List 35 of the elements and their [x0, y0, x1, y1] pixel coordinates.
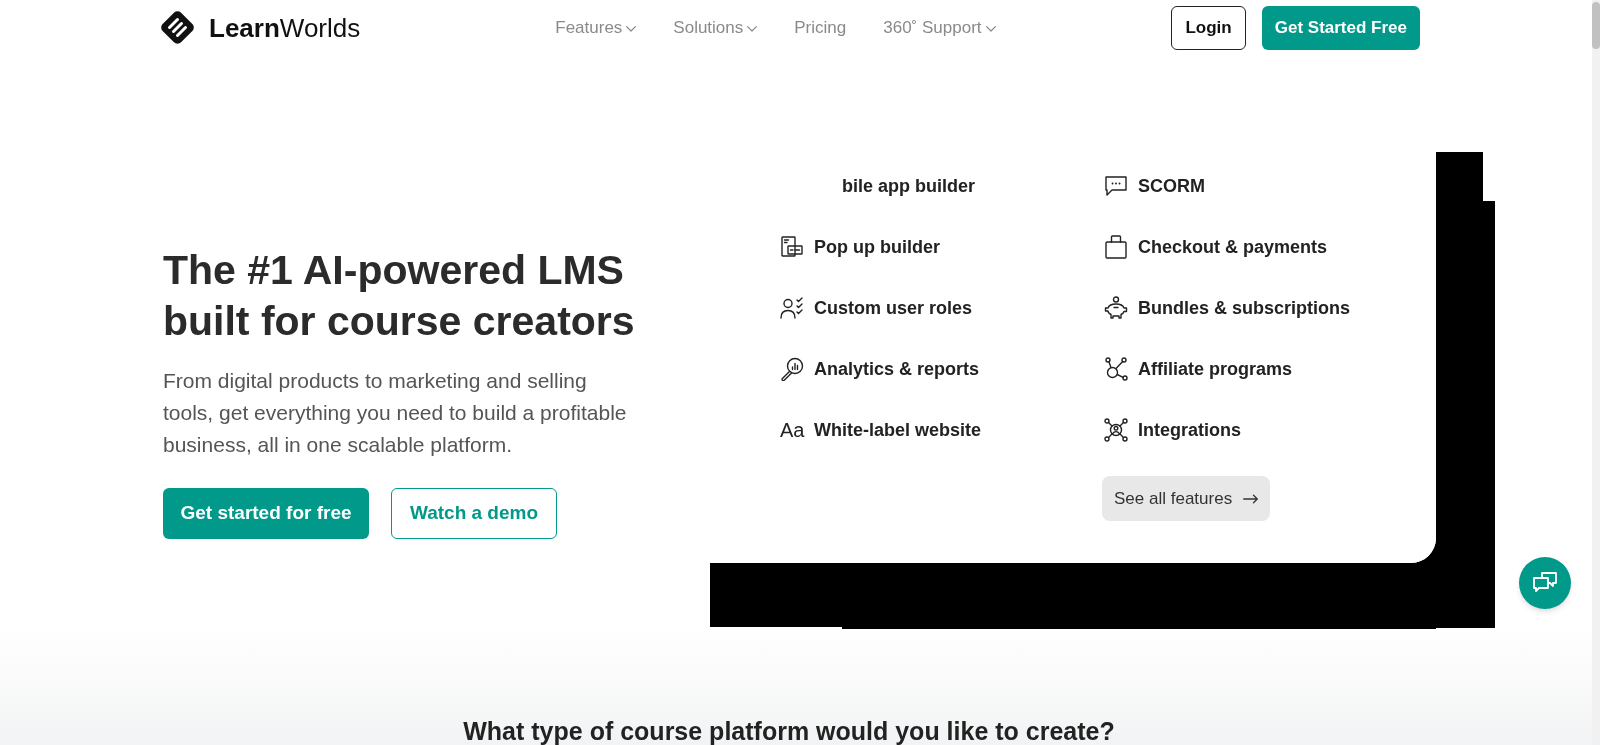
nav-link[interactable]: Solutions: [673, 14, 758, 41]
typography-icon: Aa: [780, 420, 804, 440]
scrollbar[interactable]: [1592, 0, 1600, 745]
hero-description: From digital products to marketing and selling tools, get everything you need to build a profitable business, all in one scalable platform.: [163, 368, 628, 458]
feature-link[interactable]: bile app builder: [780, 166, 1104, 206]
see-all-features-button[interactable]: See all features: [1102, 476, 1271, 521]
users-check-icon: [780, 297, 804, 319]
nav-link[interactable]: 360˚ Support: [883, 14, 996, 41]
shopping-bag-icon: [1105, 235, 1127, 259]
get-started-button[interactable]: Get Started Free: [1261, 5, 1420, 50]
feature-link[interactable]: Bundles & subscriptions: [1104, 288, 1428, 328]
watch-demo-button[interactable]: Watch a demo: [391, 488, 557, 539]
brand-name[interactable]: LearnWorlds: [209, 14, 361, 41]
piggy-bank-icon: [1104, 296, 1128, 320]
chat-button[interactable]: [1519, 557, 1571, 609]
connected-user-icon: [1104, 418, 1128, 442]
chat-icon: [1533, 572, 1557, 594]
arrow-right-icon: [1243, 493, 1259, 504]
login-button[interactable]: Login: [1171, 5, 1246, 50]
feature-link[interactable]: Aa White-label website: [780, 410, 1104, 450]
feature-link[interactable]: Custom user roles: [780, 288, 1104, 328]
hero-heading: The #1 AI-powered LMS built for course creators: [163, 246, 636, 346]
scrollbar-thumb[interactable]: [1592, 2, 1600, 49]
feature-link[interactable]: Affiliate programs: [1104, 349, 1428, 389]
feature-link[interactable]: Integrations: [1104, 410, 1428, 450]
speech-bubble-icon: [1105, 175, 1127, 197]
feature-link[interactable]: SCORM: [1104, 166, 1428, 206]
magnifier-chart-icon: [780, 357, 804, 381]
network-nodes-icon: [1104, 357, 1128, 381]
feature-link[interactable]: Analytics & reports: [780, 349, 1104, 389]
window-icon: [781, 236, 803, 258]
get-started-button[interactable]: Get started for free: [163, 488, 369, 539]
feature-link[interactable]: Pop up builder: [780, 227, 1104, 267]
feature-link[interactable]: Checkout & payments: [1104, 227, 1428, 267]
section-heading: What type of course platform would you like to create?: [463, 717, 1115, 745]
